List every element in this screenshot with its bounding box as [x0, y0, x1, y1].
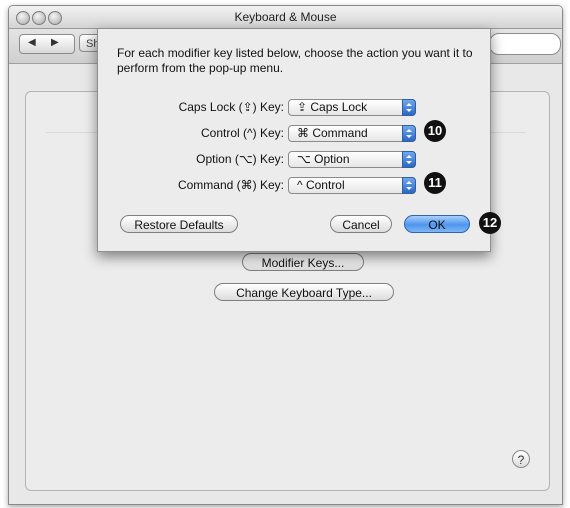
callout-11: 11 — [424, 172, 446, 194]
caps-lock-key-label: Caps Lock (⇪) Key: — [178, 100, 284, 114]
change-keyboard-type-button[interactable]: Change Keyboard Type... — [214, 283, 394, 301]
window-title: Keyboard & Mouse — [234, 10, 337, 24]
forward-arrow-icon[interactable]: ▶ — [51, 37, 59, 48]
callout-10: 10 — [424, 120, 446, 142]
back-arrow-icon[interactable]: ◀ — [28, 37, 36, 48]
popup-arrows-icon — [402, 99, 416, 116]
callout-12: 12 — [479, 212, 501, 234]
popup-arrows-icon — [402, 177, 416, 194]
control-action-value: ⌘ Command — [297, 126, 368, 140]
ok-button[interactable]: OK — [404, 215, 470, 233]
modifier-keys-button[interactable]: Modifier Keys... — [242, 253, 364, 271]
command-action-popup[interactable]: ^ Control — [288, 177, 416, 194]
command-key-label: Command (⌘) Key: — [177, 178, 284, 192]
control-action-popup[interactable]: ⌘ Command — [288, 125, 416, 142]
caps-lock-action-value: ⇪ Caps Lock — [297, 100, 368, 114]
caps-lock-action-popup[interactable]: ⇪ Caps Lock — [288, 99, 416, 116]
popup-arrows-icon — [402, 151, 416, 168]
sheet-message: For each modifier key listed below, choo… — [117, 46, 473, 75]
option-key-label: Option (⌥) Key: — [196, 152, 284, 166]
control-key-label: Control (^) Key: — [201, 126, 284, 140]
help-button[interactable]: ? — [512, 450, 530, 468]
title-bar[interactable]: Keyboard & Mouse — [9, 6, 562, 29]
back-forward-control[interactable]: ◀ ▶ — [19, 34, 75, 54]
cancel-button[interactable]: Cancel — [330, 215, 392, 233]
option-action-popup[interactable]: ⌥ Option — [288, 151, 416, 168]
search-field[interactable] — [489, 33, 561, 55]
popup-arrows-icon — [402, 125, 416, 142]
command-action-value: ^ Control — [297, 178, 345, 192]
option-action-value: ⌥ Option — [297, 152, 350, 166]
restore-defaults-button[interactable]: Restore Defaults — [120, 215, 238, 233]
